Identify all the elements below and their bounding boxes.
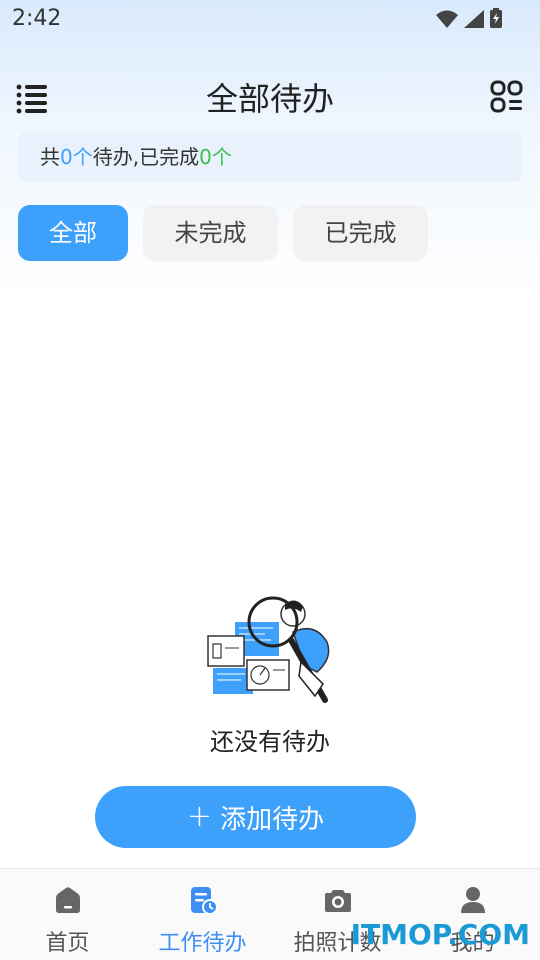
app-header: 全部待办 [0,70,540,120]
todo-icon [190,887,218,915]
user-icon [460,887,485,913]
page-title: 全部待办 [205,80,334,118]
status-bar: 2:42 [0,0,540,40]
grid-icon [490,80,523,113]
battery-icon [490,8,502,28]
add-todo-button[interactable]: + 添加待办 [95,786,416,848]
summary-completed-count: 0个 [199,145,232,169]
nav-label-home: 首页 [45,931,90,956]
nav-label-todo: 工作待办 [158,931,247,956]
todo-summary: 共0个待办,已完成0个 [18,132,522,182]
nav-item-home[interactable]: 首页 [0,869,135,960]
empty-state-message: 还没有待办 [210,728,330,756]
tab-incomplete[interactable]: 未完成 [143,205,278,261]
home-icon [55,887,80,913]
category-grid-button[interactable] [490,80,524,114]
signal-icon [464,10,484,28]
empty-state-illustration [207,596,330,703]
add-todo-label: 添加待办 [220,804,325,835]
summary-total-count: 0个 [60,145,93,169]
summary-middle: 待办,已完成 [92,145,200,169]
camera-icon [324,890,351,912]
watermark: ITMOP.COM [350,918,530,951]
status-time: 2:42 [12,6,62,31]
tab-all[interactable]: 全部 [18,205,128,261]
status-icons [436,8,502,28]
wifi-icon [436,10,458,28]
tab-completed[interactable]: 已完成 [293,205,428,261]
plus-icon: + [186,799,213,834]
summary-prefix: 共 [40,145,60,169]
nav-item-todo[interactable]: 工作待办 [135,869,270,960]
